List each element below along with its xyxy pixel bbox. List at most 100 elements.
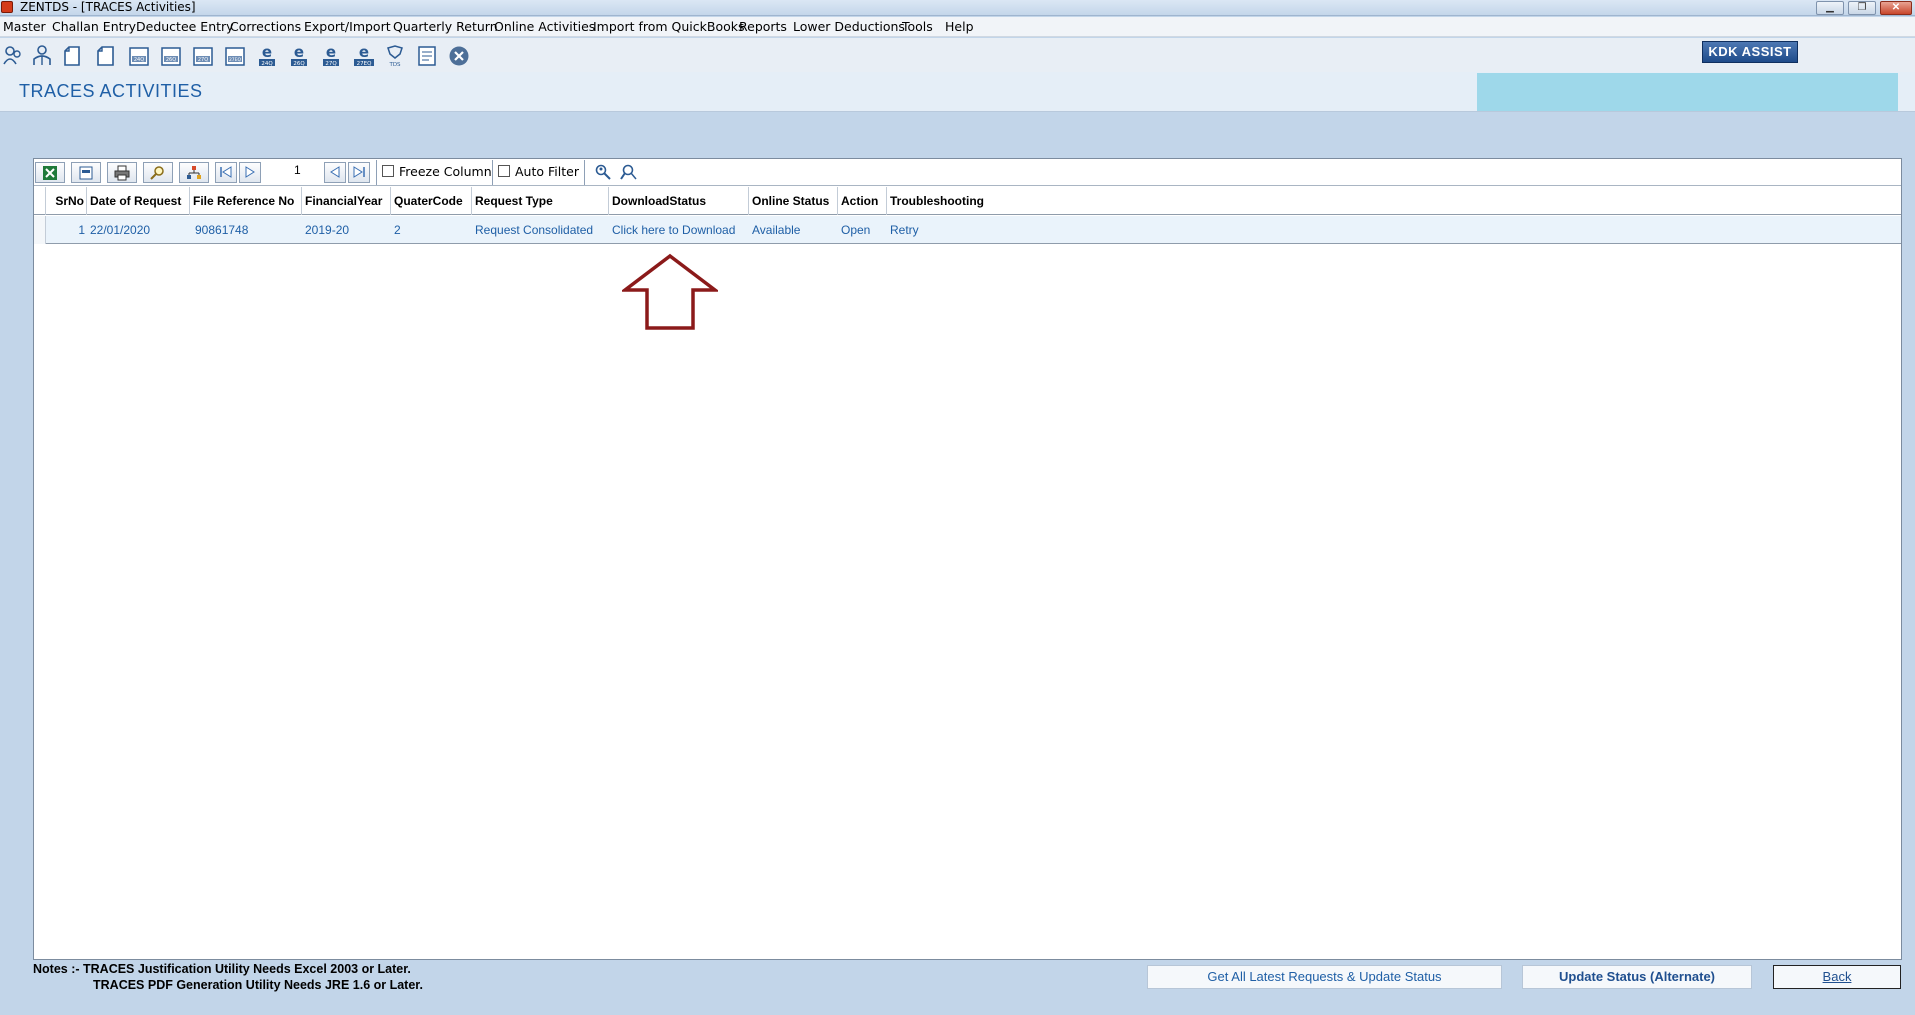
- search-user-icon[interactable]: [594, 163, 612, 181]
- freeze-column-checkbox[interactable]: [382, 165, 394, 177]
- notes: Notes :- TRACES Justification Utility Ne…: [33, 961, 423, 993]
- col-action[interactable]: Action: [838, 187, 887, 215]
- title-bar: ZENTDS - [TRACES Activities] ▁ ❐ ✕: [0, 0, 1915, 16]
- auto-filter-checkbox[interactable]: [498, 165, 510, 177]
- play-right-icon: [245, 166, 255, 178]
- svg-text:27Q: 27Q: [198, 57, 208, 63]
- col-online-status[interactable]: Online Status: [749, 187, 838, 215]
- app-icon: [1, 1, 13, 13]
- minimize-button[interactable]: ▁: [1816, 1, 1844, 15]
- svg-text:e: e: [294, 44, 304, 61]
- close-window-button[interactable]: ✕: [1880, 1, 1912, 15]
- form-27q-icon[interactable]: 27Q: [192, 44, 214, 68]
- export-pdf-button[interactable]: [71, 162, 101, 183]
- form-26q-icon[interactable]: 26Q: [160, 44, 182, 68]
- close-icon[interactable]: [448, 44, 470, 68]
- report-icon[interactable]: [416, 44, 438, 68]
- menu-challan-entry[interactable]: Challan Entry: [52, 20, 136, 34]
- svg-text:24Q: 24Q: [134, 57, 144, 63]
- download-link[interactable]: Click here to Download: [609, 216, 749, 244]
- menu-help[interactable]: Help: [945, 20, 974, 34]
- col-troubleshooting[interactable]: Troubleshooting: [887, 187, 984, 215]
- next-arrow-button[interactable]: [239, 162, 261, 183]
- col-quarter-code[interactable]: QuaterCode: [391, 187, 472, 215]
- cell-online-status: Available: [752, 223, 801, 237]
- last-page-icon: [353, 166, 365, 178]
- e-26q-icon[interactable]: e 26Q: [288, 44, 310, 68]
- menu-tools[interactable]: Tools: [902, 20, 933, 34]
- update-status-alternate-button[interactable]: Update Status (Alternate): [1522, 965, 1752, 989]
- svg-text:27Q: 27Q: [325, 61, 337, 67]
- auto-filter-label: Auto Filter: [515, 164, 579, 179]
- heading-status-area: [1477, 73, 1898, 111]
- back-button[interactable]: Back: [1773, 965, 1901, 989]
- col-request-type[interactable]: Request Type: [472, 187, 609, 215]
- menu-quarterly-return[interactable]: Quarterly Return: [393, 20, 498, 34]
- toolbar-separator: [492, 160, 493, 185]
- table-header: SrNo Date of Request File Reference No F…: [34, 187, 1901, 215]
- row-header[interactable]: [34, 216, 46, 244]
- menu-export-import[interactable]: Export/Import: [304, 20, 391, 34]
- traces-grid-panel: 1 Freeze Column Auto Filter SrNo Date of…: [33, 158, 1902, 960]
- toolbar-separator: [376, 160, 377, 185]
- col-financial-year[interactable]: FinancialYear: [302, 187, 391, 215]
- restore-button[interactable]: ❐: [1848, 1, 1876, 15]
- menu-corrections[interactable]: Corrections: [230, 20, 301, 34]
- svg-text:e: e: [262, 44, 272, 61]
- page-title: TRACES ACTIVITIES: [19, 81, 203, 101]
- grid-toolbar: 1 Freeze Column Auto Filter: [34, 159, 1901, 186]
- svg-text:27EQ: 27EQ: [357, 61, 372, 67]
- last-page-button[interactable]: [348, 162, 370, 183]
- svg-text:24Q: 24Q: [261, 61, 273, 67]
- cell-request-type: Request Consolidated: [475, 223, 594, 237]
- e-27eq-icon[interactable]: e 27EQ: [352, 44, 376, 68]
- menu-deductee-entry[interactable]: Deductee Entry: [136, 20, 234, 34]
- table-row[interactable]: 1 22/01/2020 90861748 2019-20 2 Request …: [34, 216, 1901, 244]
- form-24q-icon[interactable]: 24Q: [128, 44, 150, 68]
- menu-online-activities[interactable]: Online Activities: [494, 20, 595, 34]
- window-title: ZENTDS - [TRACES Activities]: [20, 0, 196, 14]
- row-header-corner: [34, 187, 46, 215]
- note-line-2: TRACES PDF Generation Utility Needs JRE …: [93, 978, 423, 992]
- kdk-assist-button[interactable]: KDK ASSIST: [1702, 41, 1798, 63]
- cell-quarter-code: 2: [394, 223, 401, 237]
- deductor-icon[interactable]: [2, 44, 24, 68]
- get-latest-requests-button[interactable]: Get All Latest Requests & Update Status: [1147, 965, 1502, 989]
- svg-text:e: e: [326, 44, 336, 61]
- menu-import-quickbooks[interactable]: Import from QuickBooks: [593, 20, 745, 34]
- prev-page-button[interactable]: [324, 162, 346, 183]
- form-icon[interactable]: [63, 44, 85, 68]
- note-line-1: Notes :- TRACES Justification Utility Ne…: [33, 962, 411, 976]
- form-27eq-icon[interactable]: 27EQ: [224, 44, 246, 68]
- svg-text:TDS: TDS: [388, 62, 401, 68]
- menu-bar: Master Challan Entry Deductee Entry Corr…: [0, 17, 1915, 37]
- open-link[interactable]: Open: [838, 216, 887, 244]
- tds-icon[interactable]: TDS: [384, 44, 406, 68]
- col-date-of-request[interactable]: Date of Request: [87, 187, 190, 215]
- print-button[interactable]: [107, 162, 137, 183]
- up-arrow-annotation-icon: [622, 253, 718, 330]
- search-zoom-icon[interactable]: [620, 163, 638, 181]
- svg-text:26Q: 26Q: [166, 57, 176, 63]
- find-button[interactable]: [143, 162, 173, 183]
- col-srno[interactable]: SrNo: [46, 187, 87, 215]
- col-file-reference-no[interactable]: File Reference No: [190, 187, 302, 215]
- e-27q-icon[interactable]: e 27Q: [320, 44, 342, 68]
- export-excel-button[interactable]: [35, 162, 65, 183]
- menu-master[interactable]: Master: [3, 20, 46, 34]
- hierarchy-icon: [187, 166, 201, 179]
- cell-srno: 1: [78, 223, 85, 237]
- first-page-button[interactable]: [215, 162, 237, 183]
- group-button[interactable]: [179, 162, 209, 183]
- e-24q-icon[interactable]: e 24Q: [256, 44, 278, 68]
- employee-icon[interactable]: [31, 44, 53, 68]
- retry-link[interactable]: Retry: [887, 216, 982, 244]
- excel-icon: [43, 166, 57, 180]
- pdf-icon: [79, 166, 93, 180]
- page-number[interactable]: 1: [294, 163, 301, 177]
- menu-lower-deductions[interactable]: Lower Deductions: [793, 20, 905, 34]
- col-download-status[interactable]: DownloadStatus: [609, 187, 749, 215]
- menu-reports[interactable]: Reports: [739, 20, 787, 34]
- freeze-column-label: Freeze Column: [399, 164, 492, 179]
- form-icon-2[interactable]: [95, 44, 117, 68]
